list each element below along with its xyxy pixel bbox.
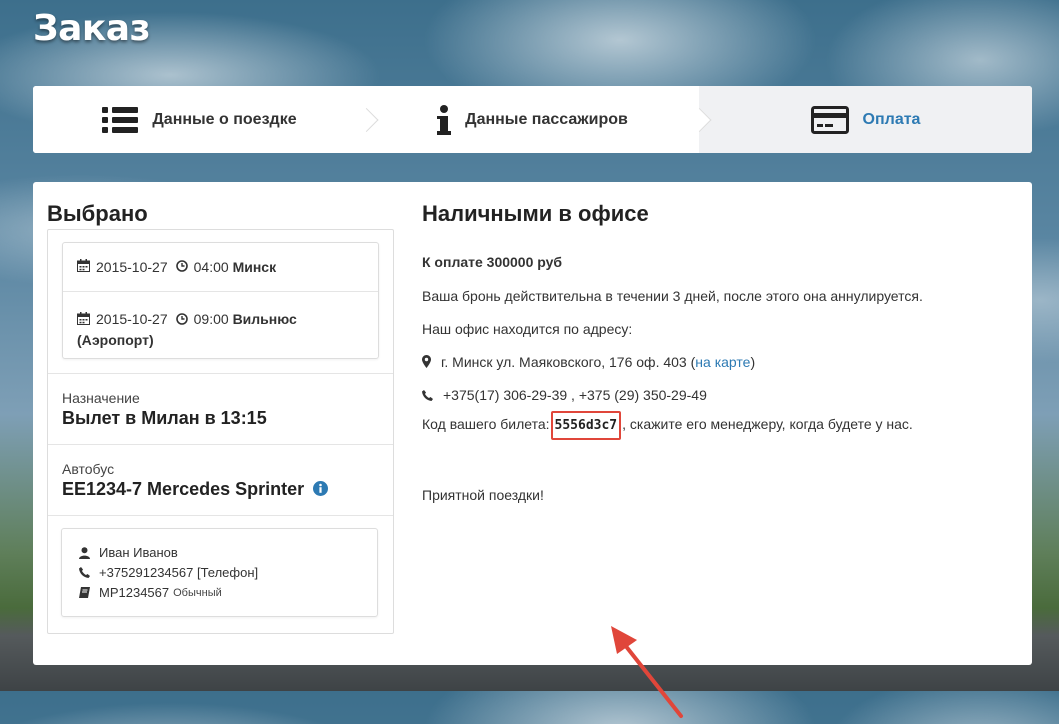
info-circle-icon[interactable] [313, 480, 329, 501]
step-payment[interactable]: Оплата [699, 86, 1032, 153]
amount-due: К оплате 300000 руб [422, 254, 563, 270]
highlight-arrow-icon [611, 626, 683, 718]
order-panel: Выбрано 2015-10-27 04:00 Минск 2015-10-2… [33, 182, 1032, 718]
passenger-document: MP1234567 [99, 585, 170, 600]
office-phones: +375(17) 306-29-39 , +375 (29) 350-29-49 [443, 387, 707, 403]
calendar-icon [77, 259, 90, 275]
arrival-time: 09:00 [193, 311, 229, 327]
phone-icon [78, 567, 91, 578]
bus-label: Автобус [62, 461, 115, 477]
arrival-place: Вильнюс [232, 311, 297, 327]
ticket-code-prefix: Код вашего билета: [422, 416, 550, 432]
departure-date: 2015-10-27 [96, 259, 168, 275]
step-trip-details[interactable]: Данные о поездке [33, 86, 366, 153]
selected-title: Выбрано [47, 201, 148, 226]
bus-block: Автобус EE1234-7 Mercedes Sprinter [48, 444, 393, 515]
address-row: г. Минск ул. Маяковского, 176 оф. 403 (н… [422, 354, 755, 371]
ticket-code: 5556d3c7 [550, 411, 622, 440]
bus-value: EE1234-7 Mercedes Sprinter [62, 479, 393, 501]
destination-label: Назначение [62, 390, 140, 406]
office-intro: Наш офис находится по адресу: [422, 321, 633, 337]
departure-row: 2015-10-27 04:00 Минск [63, 243, 378, 292]
checkout-steps: Данные о поездке Данные пассажиров Оплат… [33, 86, 1032, 153]
map-marker-icon [422, 355, 431, 371]
book-icon [78, 587, 91, 598]
ticket-code-suffix: , скажите его менеджеру, когда будете у … [622, 416, 913, 432]
validity-note: Ваша бронь действительна в течении 3 дне… [422, 288, 923, 304]
bus-name: EE1234-7 Mercedes Sprinter [62, 479, 305, 499]
divider [48, 515, 393, 516]
credit-card-icon [810, 105, 849, 134]
clock-icon [175, 310, 188, 330]
page-title: Заказ [33, 8, 151, 49]
arrival-row: 2015-10-27 09:00 Вильнюс (Аэропорт) [63, 292, 378, 350]
destination-value: Вылет в Милан в 13:15 [62, 408, 267, 428]
calendar-icon [77, 310, 90, 330]
info-icon [437, 104, 452, 135]
trip-card: 2015-10-27 04:00 Минск 2015-10-27 09:00 … [62, 242, 379, 359]
office-address: г. Минск ул. Маяковского, 176 оф. 403 [441, 354, 687, 370]
ticket-code-row: Код вашего билета: 5556d3c7, скажите его … [422, 411, 913, 440]
passenger-name: Иван Иванов [99, 545, 178, 560]
passenger-document-type: Обычный [173, 586, 222, 599]
arrival-place-note: (Аэропорт) [77, 332, 154, 349]
arrival-date: 2015-10-27 [96, 311, 168, 327]
user-icon [78, 546, 91, 559]
phone-icon [422, 388, 433, 404]
passenger-document-row: MP1234567 Обычный [78, 585, 222, 600]
passenger-phone: +375291234567 [Телефон] [99, 565, 259, 580]
farewell-text: Приятной поездки! [422, 487, 544, 503]
step-passenger-details[interactable]: Данные пассажиров [366, 86, 699, 153]
passenger-card: Иван Иванов +375291234567 [Телефон] MP12… [61, 528, 378, 617]
map-link[interactable]: на карте [695, 354, 750, 370]
destination-block: Назначение Вылет в Милан в 13:15 [48, 373, 393, 444]
clock-icon [175, 259, 188, 275]
passenger-name-row: Иван Иванов [78, 545, 178, 560]
departure-place: Минск [232, 259, 277, 275]
step-label: Данные пассажиров [465, 110, 628, 128]
payment-method-title: Наличными в офисе [422, 201, 649, 226]
list-icon [102, 106, 139, 134]
phones-row: +375(17) 306-29-39 , +375 (29) 350-29-49 [422, 387, 707, 404]
step-label: Оплата [862, 110, 921, 128]
departure-time: 04:00 [193, 259, 229, 275]
passenger-phone-row: +375291234567 [Телефон] [78, 565, 258, 580]
step-label: Данные о поездке [152, 110, 297, 128]
